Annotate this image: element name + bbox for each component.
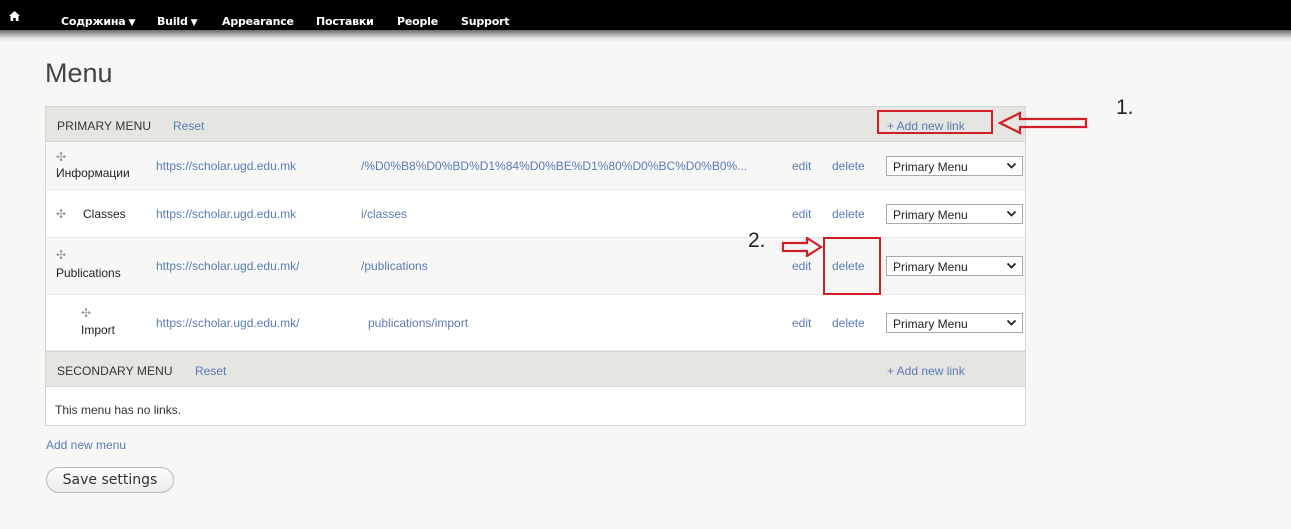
home-icon[interactable] bbox=[9, 11, 20, 21]
arrow-right-icon bbox=[781, 237, 823, 257]
secondary-menu-reset-link[interactable]: Reset bbox=[195, 364, 226, 378]
primary-menu-title: PRIMARY MENU bbox=[57, 119, 152, 133]
save-settings-button[interactable]: Save settings bbox=[46, 467, 174, 493]
menu-item-url[interactable]: https://scholar.ugd.edu.mk bbox=[156, 159, 296, 173]
edit-link[interactable]: edit bbox=[792, 259, 811, 273]
drag-handle-icon[interactable]: ✣ bbox=[56, 150, 66, 164]
nav-item-settings[interactable]: Поставки bbox=[316, 15, 374, 28]
menu-select-value: Primary Menu bbox=[893, 208, 968, 222]
menu-item-url[interactable]: https://scholar.ugd.edu.mk/ bbox=[156, 316, 299, 330]
nav-item-appearance[interactable]: Appearance bbox=[222, 15, 294, 28]
menu-item-path[interactable]: /publications bbox=[361, 259, 428, 273]
chevron-down-icon bbox=[1007, 163, 1016, 169]
drag-handle-icon[interactable]: ✣ bbox=[56, 207, 66, 221]
nav-item-label: Содржина bbox=[61, 15, 126, 28]
annotation-box-delete bbox=[823, 237, 881, 295]
nav-item-support[interactable]: Support bbox=[461, 15, 510, 28]
edit-link[interactable]: edit bbox=[792, 159, 811, 173]
table-row: ✣ Import https://scholar.ugd.edu.mk/ pub… bbox=[46, 295, 1025, 351]
secondary-add-link[interactable]: + Add new link bbox=[887, 364, 965, 378]
menu-item-path[interactable]: /%D0%B8%D0%BD%D1%84%D0%BE%D1%80%D0%BC%D0… bbox=[361, 159, 747, 173]
chevron-down-icon bbox=[1007, 211, 1016, 217]
delete-link[interactable]: delete bbox=[832, 207, 865, 221]
delete-link[interactable]: delete bbox=[832, 159, 865, 173]
menu-select-value: Primary Menu bbox=[893, 160, 968, 174]
menu-item-url[interactable]: https://scholar.ugd.edu.mk/ bbox=[156, 259, 299, 273]
admin-toolbar: Содржина ▼ Build ▼ Appearance Поставки Peo… bbox=[0, 0, 1291, 30]
edit-link[interactable]: edit bbox=[792, 207, 811, 221]
arrow-left-icon bbox=[998, 111, 1088, 135]
chevron-down-icon bbox=[1007, 320, 1016, 326]
menu-select[interactable]: Primary Menu bbox=[886, 204, 1023, 224]
menu-select-value: Primary Menu bbox=[893, 317, 968, 331]
drag-handle-icon[interactable]: ✣ bbox=[56, 248, 66, 262]
edit-link[interactable]: edit bbox=[792, 316, 811, 330]
menu-item-name: Publications bbox=[56, 266, 121, 280]
menu-item-name: Import bbox=[81, 323, 116, 337]
chevron-down-icon: ▼ bbox=[128, 18, 136, 28]
drag-handle-icon[interactable]: ✣ bbox=[81, 306, 91, 320]
menu-select[interactable]: Primary Menu bbox=[886, 313, 1023, 333]
menu-select[interactable]: Primary Menu bbox=[886, 256, 1023, 276]
nav-item-label: Build bbox=[157, 15, 188, 28]
empty-menu-message: This menu has no links. bbox=[55, 403, 182, 417]
menu-select[interactable]: Primary Menu bbox=[886, 156, 1023, 176]
nav-item-people[interactable]: People bbox=[397, 15, 438, 28]
page-title: Menu bbox=[45, 58, 113, 88]
chevron-down-icon: ▼ bbox=[190, 18, 198, 28]
delete-link[interactable]: delete bbox=[832, 316, 865, 330]
toolbar-shadow bbox=[0, 30, 1291, 42]
annotation-label-2: 2. bbox=[748, 229, 766, 252]
menu-item-name: Информации bbox=[56, 166, 130, 180]
primary-menu-reset-link[interactable]: Reset bbox=[173, 119, 204, 133]
annotation-box-add-link bbox=[877, 110, 993, 134]
nav-item-content[interactable]: Содржина ▼ bbox=[61, 15, 135, 28]
nav-item-build[interactable]: Build ▼ bbox=[157, 15, 198, 28]
menu-select-value: Primary Menu bbox=[893, 260, 968, 274]
secondary-menu-title: SECONDARY MENU bbox=[57, 364, 173, 378]
chevron-down-icon bbox=[1007, 263, 1016, 269]
annotation-label-1: 1. bbox=[1116, 96, 1134, 119]
menu-item-name: Classes bbox=[83, 207, 126, 221]
menu-item-url[interactable]: https://scholar.ugd.edu.mk bbox=[156, 207, 296, 221]
secondary-menu-header: SECONDARY MENU Reset + Add new link bbox=[46, 351, 1025, 387]
table-row: ✣ Classes https://scholar.ugd.edu.mk i/c… bbox=[46, 190, 1025, 238]
add-new-menu-link[interactable]: Add new menu bbox=[46, 438, 126, 452]
table-row: ✣ Информации https://scholar.ugd.edu.mk … bbox=[46, 142, 1025, 190]
menu-item-path[interactable]: publications/import bbox=[368, 316, 468, 330]
menu-item-path[interactable]: i/classes bbox=[361, 207, 407, 221]
